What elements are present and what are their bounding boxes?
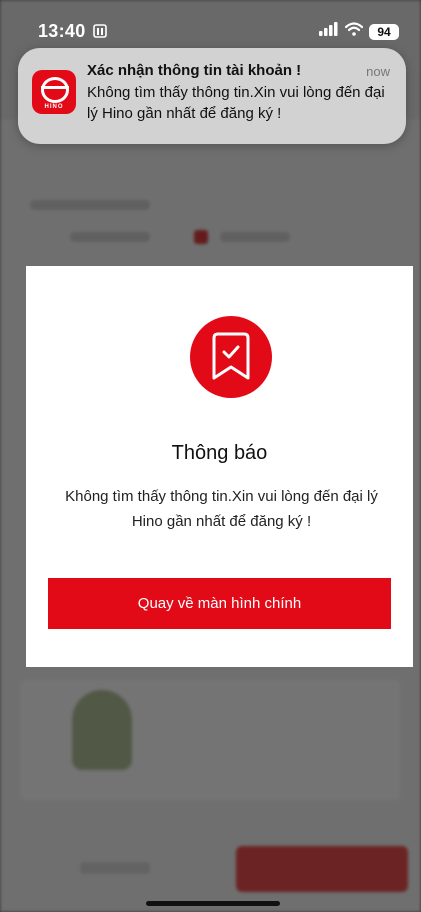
hino-app-icon: HINO <box>32 70 76 114</box>
bookmark-check-icon <box>190 316 272 398</box>
dialog-message: Không tìm thấy thông tin.Xin vui lòng đế… <box>65 488 378 530</box>
app-icon-label: HINO <box>44 104 64 110</box>
status-icons: 94 <box>319 22 399 41</box>
home-indicator[interactable] <box>146 901 280 906</box>
battery-icon: 94 <box>369 23 399 40</box>
push-notification[interactable]: HINO Xác nhận thông tin tài khoản ! now … <box>18 48 406 144</box>
status-time: 13:40 <box>38 21 86 41</box>
status-bar: 13:40 94 <box>0 0 421 48</box>
signal-icon <box>319 22 339 41</box>
dialog-title: Thông báo <box>171 442 268 464</box>
wifi-icon <box>344 22 364 41</box>
notification-title: Xác nhận thông tin tài khoản ! <box>87 62 302 79</box>
notification-time: now <box>366 64 390 79</box>
alert-dialog: Thông báo Không tìm thấy thông tin.Xin v… <box>26 266 413 667</box>
notification-body: Không tìm thấy thông tin.Xin vui lòng đế… <box>87 84 385 122</box>
back-to-home-button[interactable]: Quay về màn hình chính <box>48 578 391 629</box>
phone-screen: 13:40 94 HINO Xác nhận thông tin tài kho… <box>0 0 421 912</box>
sim-icon <box>93 24 107 38</box>
